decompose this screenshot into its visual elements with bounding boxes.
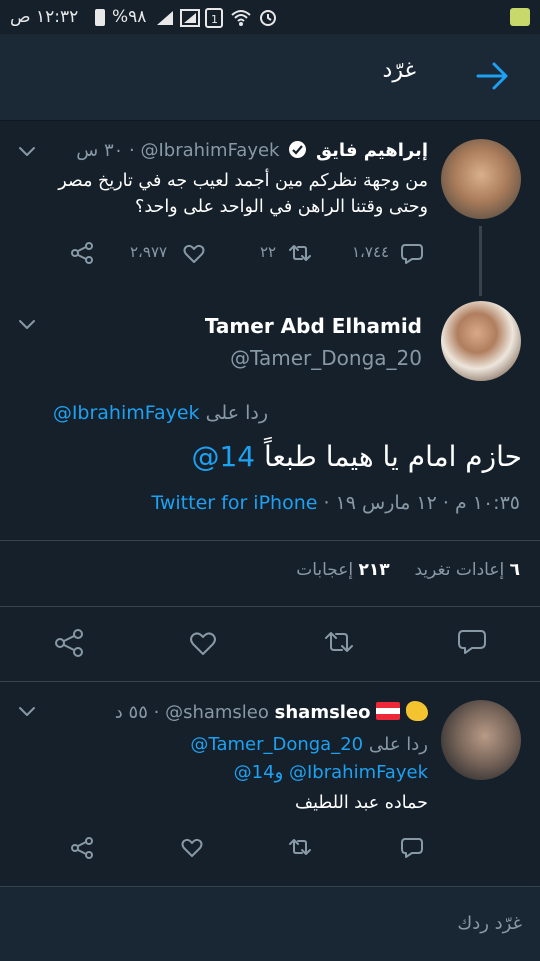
mention-link[interactable]: @IbrahimFayek	[289, 762, 428, 783]
handle[interactable]: @IbrahimFayek	[140, 140, 279, 161]
engagement-stats: ٦ إعادات تغريد ٢١٣ إعجابات	[296, 560, 520, 580]
mention-link[interactable]: @14	[191, 440, 255, 473]
tweet-text-content: حازم امام يا هيما طبعاً	[264, 440, 522, 473]
heart-icon	[182, 242, 206, 268]
chevron-down-icon[interactable]	[18, 317, 36, 336]
flexed-biceps-icon	[406, 701, 428, 721]
chevron-down-icon[interactable]	[18, 144, 36, 163]
reply-button[interactable]: ١،٧٤٤	[352, 240, 432, 266]
back-arrow-icon[interactable]	[472, 56, 512, 100]
share-icon[interactable]	[70, 241, 94, 269]
display-name[interactable]: إبراهيم فايق	[316, 140, 428, 161]
battery-icon	[95, 9, 105, 26]
thread-line	[479, 226, 482, 296]
retweet-icon[interactable]	[322, 628, 356, 660]
likes-count: ٢١٣	[358, 560, 390, 580]
mention-link[interactable]: @IbrahimFayek	[53, 402, 200, 424]
page-title: غرّد	[382, 58, 416, 83]
avatar[interactable]	[441, 301, 521, 381]
tweet-header: shamsleo @shamsleo · ٥٥ د	[115, 701, 428, 723]
time-ago: ٣٠ س	[76, 140, 124, 161]
reply-icon	[400, 242, 424, 268]
divider	[0, 681, 540, 682]
retweet-count: ٢٢	[260, 243, 277, 261]
reply-composer[interactable]: غرّد ردك	[0, 886, 540, 961]
time-ago: ٥٥ د	[114, 702, 148, 723]
handle[interactable]: @Tamer_Donga_20	[230, 346, 422, 370]
retweet-icon	[286, 242, 314, 268]
display-name[interactable]: shamsleo	[275, 702, 371, 723]
app-bar: غرّد	[0, 34, 540, 121]
divider	[0, 606, 540, 607]
tweet-text: من وجهة نظركم مين أجمد لعيب جه في تاريخ …	[18, 168, 428, 220]
replying-to: ردا على @IbrahimFayek	[53, 402, 268, 424]
timestamp: ١٠:٣٥ م · ١٢ مارس ١٩ ·	[323, 492, 520, 514]
mention-link[interactable]: @Tamer_Donga_20	[190, 734, 363, 755]
avatar[interactable]	[441, 139, 521, 219]
share-icon[interactable]	[54, 628, 84, 662]
heart-icon[interactable]	[188, 629, 218, 661]
avatar[interactable]	[441, 700, 521, 780]
display-name[interactable]: Tamer Abd Elhamid	[205, 314, 422, 338]
reply-icon[interactable]	[457, 627, 487, 659]
verified-badge-icon	[289, 141, 307, 158]
signal-icon	[155, 9, 175, 31]
reply-count: ١،٧٤٤	[352, 243, 390, 261]
austria-flag-icon	[376, 702, 401, 720]
status-bar: ١٢:٣٢ ص %٩٨ 1	[0, 0, 540, 34]
retweets-stat[interactable]: ٦ إعادات تغريد	[409, 560, 520, 580]
alarm-icon	[258, 7, 278, 31]
source-link[interactable]: Twitter for iPhone	[151, 492, 317, 514]
mention-link[interactable]: و14@	[234, 762, 284, 783]
retweet-button[interactable]: ٢٢	[260, 240, 330, 266]
reply-prefix: ردا على	[205, 402, 268, 424]
divider	[0, 540, 540, 541]
reply-icon[interactable]	[400, 836, 424, 862]
status-time: ١٢:٣٢ ص	[10, 7, 79, 27]
battery-percent: %٩٨	[112, 7, 147, 27]
svg-text:1: 1	[211, 13, 218, 26]
wifi-icon	[230, 7, 252, 31]
tweet-text: حازم امام يا هيما طبعاً @14	[191, 440, 522, 473]
replying-to: ردا على @Tamer_Donga_20	[190, 734, 428, 755]
replying-to-line2: @IbrahimFayek و14@	[234, 762, 428, 783]
tweet-header: إبراهيم فايق @IbrahimFayek · ٣٠ س	[76, 140, 428, 161]
sim-icon: 1	[205, 8, 223, 32]
chevron-down-icon[interactable]	[18, 704, 36, 723]
likes-label: إعجابات	[296, 560, 354, 580]
like-button[interactable]: ٢،٩٧٧	[130, 240, 210, 266]
heart-icon[interactable]	[180, 836, 204, 862]
signal-icon	[180, 9, 200, 31]
reply-input[interactable]: غرّد ردك	[457, 913, 522, 934]
tweet-text: حماده عبد اللطيف	[294, 793, 428, 813]
like-count: ٢،٩٧٧	[130, 243, 168, 261]
app-notification-icon	[510, 8, 530, 26]
handle[interactable]: @shamsleo	[165, 702, 269, 723]
retweet-icon[interactable]	[286, 836, 314, 862]
retweets-count: ٦	[509, 560, 520, 580]
tweet-text-line: من وجهة نظركم مين أجمد لعيب جه في تاريخ …	[58, 171, 428, 191]
tweet-meta: ١٠:٣٥ م · ١٢ مارس ١٩ · Twitter for iPhon…	[151, 492, 520, 514]
retweets-label: إعادات تغريد	[414, 560, 505, 580]
tweet-text-line: وحتى وقتنا الراهن في الواحد على واحد؟	[135, 197, 428, 217]
reply-prefix: ردا على	[368, 734, 428, 755]
likes-stat[interactable]: ٢١٣ إعجابات	[296, 560, 389, 580]
share-icon[interactable]	[70, 836, 94, 864]
